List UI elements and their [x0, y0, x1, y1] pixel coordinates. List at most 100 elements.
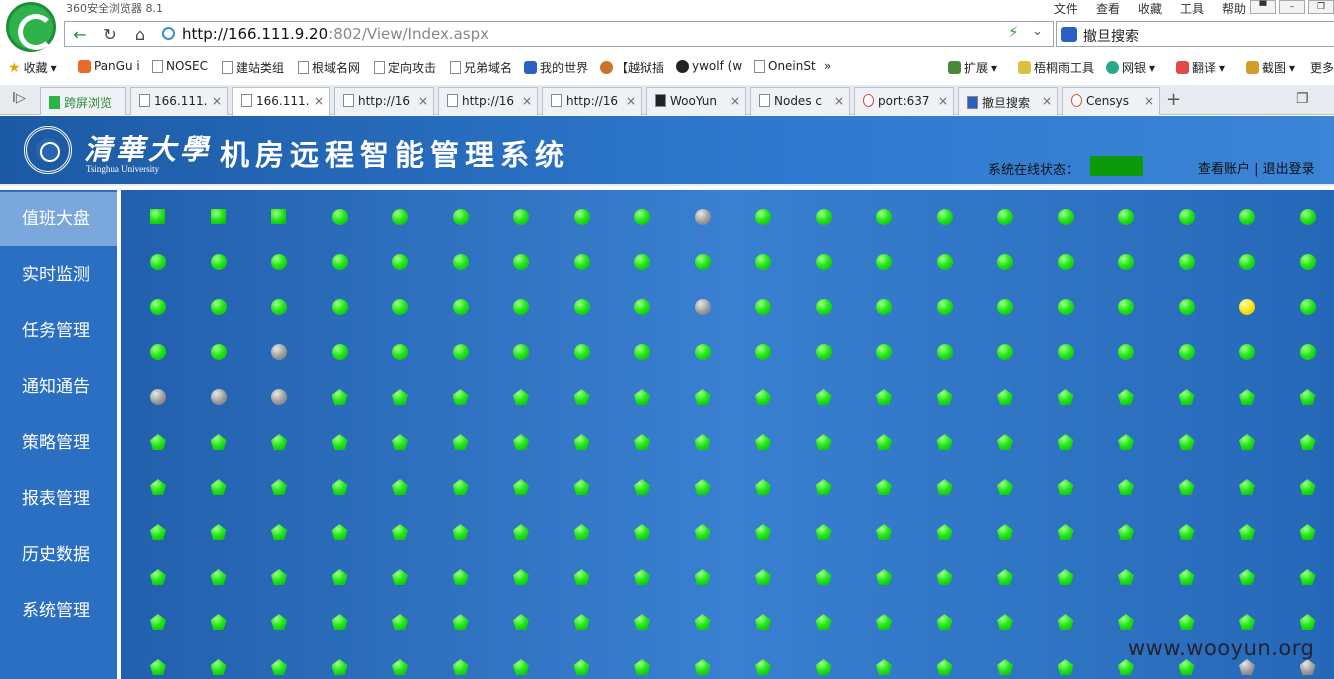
- server-status-green-pentagon[interactable]: [755, 389, 771, 405]
- server-status-green-circle[interactable]: [331, 299, 348, 315]
- server-status-green-pentagon[interactable]: [634, 434, 650, 450]
- close-icon[interactable]: ×: [1042, 94, 1052, 108]
- more-tools-button[interactable]: 更多: [1310, 59, 1334, 76]
- server-status-green-circle[interactable]: [1057, 209, 1074, 225]
- server-status-green-circle[interactable]: [452, 209, 469, 225]
- server-status-green-pentagon[interactable]: [997, 614, 1013, 630]
- server-status-green-pentagon[interactable]: [876, 389, 892, 405]
- server-status-green-circle[interactable]: [573, 209, 590, 225]
- server-status-green-pentagon[interactable]: [1057, 659, 1074, 675]
- server-status-green-pentagon[interactable]: [634, 569, 650, 585]
- server-status-green-square[interactable]: [271, 209, 286, 224]
- server-status-green-circle[interactable]: [1057, 254, 1074, 270]
- server-status-green-pentagon[interactable]: [573, 479, 590, 495]
- server-status-green-pentagon[interactable]: [1118, 434, 1134, 450]
- close-icon[interactable]: ×: [522, 94, 532, 108]
- server-status-green-pentagon[interactable]: [271, 569, 287, 585]
- server-status-green-circle[interactable]: [815, 254, 832, 270]
- server-status-green-pentagon[interactable]: [1178, 434, 1195, 450]
- server-status-green-pentagon[interactable]: [1239, 614, 1255, 630]
- menu-favorites[interactable]: 收藏: [1138, 0, 1162, 17]
- server-status-green-circle[interactable]: [150, 344, 166, 360]
- translate-button[interactable]: 翻译 ▾: [1176, 59, 1225, 76]
- bookmark-item[interactable]: OneinSt: [754, 59, 816, 73]
- wutongyu-tool-button[interactable]: 梧桐雨工具: [1018, 59, 1094, 76]
- server-status-green-circle[interactable]: [1118, 209, 1134, 225]
- server-status-green-pentagon[interactable]: [755, 614, 771, 630]
- refresh-icon[interactable]: ↻: [99, 25, 121, 45]
- account-links[interactable]: 查看账户 | 退出登录: [1198, 158, 1315, 177]
- server-status-yellow-circle[interactable]: [1239, 299, 1255, 315]
- menu-view[interactable]: 查看: [1096, 0, 1120, 17]
- tab-item[interactable]: port:637 ×: [854, 87, 954, 115]
- server-status-green-pentagon[interactable]: [1299, 524, 1316, 540]
- server-status-green-pentagon[interactable]: [392, 524, 408, 540]
- server-status-green-pentagon[interactable]: [452, 479, 469, 495]
- server-status-green-pentagon[interactable]: [694, 434, 711, 450]
- bookmark-item[interactable]: NOSEC: [152, 59, 208, 73]
- server-status-green-pentagon[interactable]: [997, 479, 1013, 495]
- server-status-green-pentagon[interactable]: [634, 524, 650, 540]
- server-status-green-circle[interactable]: [1057, 299, 1074, 315]
- server-status-green-circle[interactable]: [392, 209, 408, 225]
- server-status-green-pentagon[interactable]: [876, 479, 892, 495]
- server-status-green-circle[interactable]: [1239, 254, 1255, 270]
- server-status-green-pentagon[interactable]: [694, 659, 711, 675]
- server-status-green-circle[interactable]: [936, 254, 953, 270]
- server-status-green-circle[interactable]: [210, 344, 227, 360]
- server-status-green-pentagon[interactable]: [1178, 569, 1195, 585]
- server-status-gray-circle[interactable]: [271, 344, 287, 360]
- server-status-green-circle[interactable]: [452, 254, 469, 270]
- server-status-green-pentagon[interactable]: [452, 614, 469, 630]
- server-status-green-pentagon[interactable]: [271, 434, 287, 450]
- tab-item[interactable]: http://16 ×: [438, 87, 538, 115]
- server-status-green-pentagon[interactable]: [271, 479, 287, 495]
- server-status-green-pentagon[interactable]: [331, 659, 348, 675]
- server-status-green-pentagon[interactable]: [1057, 389, 1074, 405]
- server-status-green-square[interactable]: [150, 209, 165, 224]
- server-status-green-circle[interactable]: [755, 209, 771, 225]
- server-status-green-pentagon[interactable]: [997, 434, 1013, 450]
- server-status-green-circle[interactable]: [634, 344, 650, 360]
- server-status-green-circle[interactable]: [1178, 254, 1195, 270]
- server-status-green-circle[interactable]: [1178, 299, 1195, 315]
- bookmark-item[interactable]: 定向攻击: [374, 59, 436, 76]
- bookmark-item[interactable]: 我的世界: [524, 59, 588, 76]
- server-status-green-circle[interactable]: [634, 254, 650, 270]
- server-status-green-pentagon[interactable]: [452, 434, 469, 450]
- server-status-green-pentagon[interactable]: [210, 479, 227, 495]
- server-status-green-pentagon[interactable]: [452, 569, 469, 585]
- server-status-green-circle[interactable]: [452, 299, 469, 315]
- server-status-green-pentagon[interactable]: [694, 524, 711, 540]
- server-status-green-circle[interactable]: [452, 344, 469, 360]
- server-status-gray-pentagon[interactable]: [1299, 659, 1316, 675]
- menu-tools[interactable]: 工具: [1180, 0, 1204, 17]
- server-status-green-pentagon[interactable]: [513, 479, 529, 495]
- server-status-green-pentagon[interactable]: [331, 569, 348, 585]
- server-status-green-circle[interactable]: [634, 299, 650, 315]
- server-status-green-circle[interactable]: [876, 299, 892, 315]
- server-status-green-pentagon[interactable]: [936, 524, 953, 540]
- server-status-green-pentagon[interactable]: [634, 659, 650, 675]
- tab-item[interactable]: 撤旦搜索 ×: [958, 87, 1058, 115]
- maximize-icon[interactable]: ❐: [1308, 0, 1334, 14]
- search-box[interactable]: 撤旦搜索: [1056, 21, 1334, 47]
- server-status-green-pentagon[interactable]: [513, 614, 529, 630]
- server-status-green-pentagon[interactable]: [876, 569, 892, 585]
- server-status-green-pentagon[interactable]: [694, 479, 711, 495]
- server-status-green-pentagon[interactable]: [876, 524, 892, 540]
- server-status-green-pentagon[interactable]: [815, 614, 832, 630]
- server-status-gray-circle[interactable]: [150, 389, 166, 405]
- sidebar-item-task-management[interactable]: 任务管理: [0, 304, 117, 358]
- server-status-green-circle[interactable]: [210, 254, 227, 270]
- server-status-green-pentagon[interactable]: [573, 614, 590, 630]
- server-status-green-pentagon[interactable]: [452, 659, 469, 675]
- server-status-green-pentagon[interactable]: [1178, 479, 1195, 495]
- tab-item-active[interactable]: 166.111. ×: [232, 87, 330, 116]
- server-status-green-circle[interactable]: [997, 254, 1013, 270]
- server-status-green-pentagon[interactable]: [392, 569, 408, 585]
- server-status-green-circle[interactable]: [150, 254, 166, 270]
- server-status-green-pentagon[interactable]: [755, 569, 771, 585]
- server-status-green-pentagon[interactable]: [936, 479, 953, 495]
- server-status-green-pentagon[interactable]: [392, 614, 408, 630]
